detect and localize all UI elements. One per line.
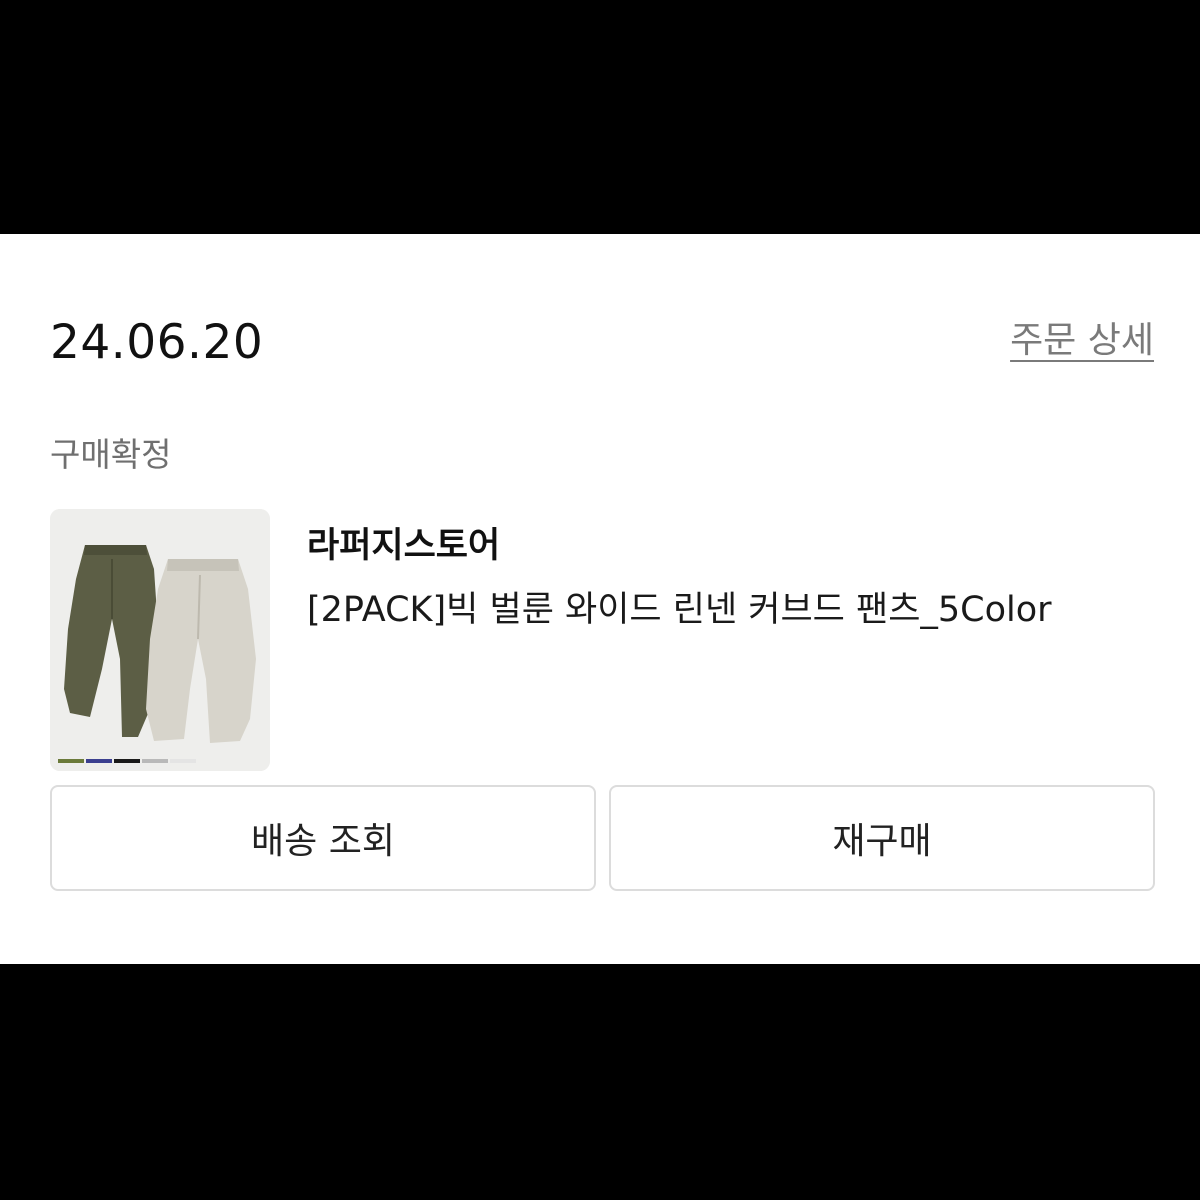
product-name[interactable]: [2PACK]빅 벌룬 와이드 린넨 커브드 팬츠_5Color (307, 588, 1052, 632)
order-card: 24.06.20 주문 상세 구매확정 라퍼지스토어 [2PACK]빅 벌룬 와… (0, 234, 1200, 964)
color-swatch (142, 759, 168, 763)
screenshot-frame: 24.06.20 주문 상세 구매확정 라퍼지스토어 [2PACK]빅 벌룬 와… (0, 0, 1200, 1200)
product-thumbnail[interactable] (50, 509, 270, 771)
color-swatch (86, 759, 112, 763)
color-swatch (58, 759, 84, 763)
order-detail-link[interactable]: 주문 상세 (1010, 318, 1154, 364)
store-name[interactable]: 라퍼지스토어 (307, 524, 500, 568)
order-date: 24.06.20 (50, 315, 264, 370)
track-shipping-button[interactable]: 배송 조회 (50, 785, 596, 891)
color-swatch (114, 759, 140, 763)
rebuy-button[interactable]: 재구매 (609, 785, 1155, 891)
order-status: 구매확정 (50, 435, 172, 474)
pants-product-photo (50, 509, 270, 771)
color-swatch (170, 759, 196, 763)
